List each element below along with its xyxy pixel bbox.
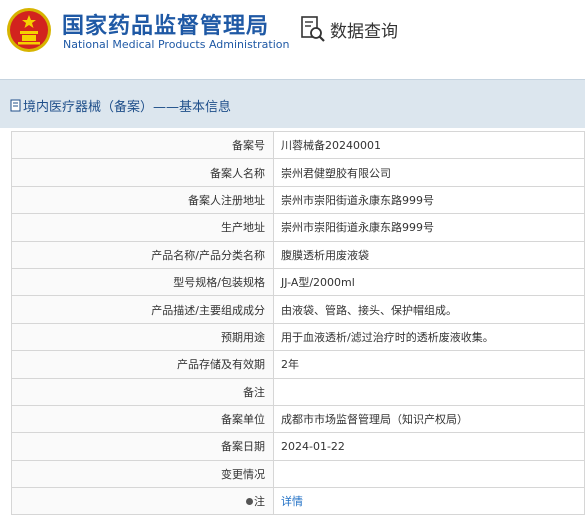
field-label: 产品存储及有效期 — [11, 350, 274, 379]
note-label: 注 — [254, 495, 265, 509]
field-value: 由液袋、管路、接头、保护帽组成。 — [273, 295, 585, 324]
field-label: 备案日期 — [11, 432, 274, 461]
field-label: 生产地址 — [11, 213, 274, 242]
table-row: 产品描述/主要组成成分 由液袋、管路、接头、保护帽组成。 — [11, 295, 585, 324]
field-label: 备案人注册地址 — [11, 185, 274, 215]
table-row: 生产地址 崇州市崇阳街道永康东路999号 — [11, 213, 585, 242]
table-row: 产品存储及有效期 2年 — [11, 350, 585, 379]
details-link[interactable]: 详情 — [281, 495, 303, 508]
field-label: 变更情况 — [11, 459, 274, 489]
field-label: 备注 — [11, 377, 274, 406]
data-query-link[interactable]: 数据查询 — [300, 14, 398, 44]
agency-name-cn: 国家药品监督管理局 — [62, 14, 270, 39]
national-emblem-logo — [7, 8, 51, 52]
bullet-icon — [246, 498, 253, 506]
table-row: 备案人注册地址 崇州市崇阳街道永康东路999号 — [11, 185, 585, 215]
agency-name-en: National Medical Products Administration — [63, 38, 290, 51]
field-value: 腹膜透析用废液袋 — [273, 240, 585, 269]
field-value: 成都市市场监督管理局（知识产权局） — [273, 404, 585, 434]
field-label: 产品描述/主要组成成分 — [11, 295, 274, 324]
table-row: 备案日期 2024-01-22 — [11, 432, 585, 461]
field-value — [273, 377, 585, 406]
field-value — [273, 459, 585, 489]
field-value: 详情 — [273, 487, 585, 516]
table-row: 型号规格/包装规格 JJ-A型/2000ml — [11, 267, 585, 297]
field-label: 备案人名称 — [11, 158, 274, 187]
record-detail-table: 备案号 川蓉械备20240001 备案人名称 崇州君健塑胶有限公司 备案人注册地址 崇州市… — [11, 130, 585, 516]
table-row: 备案单位 成都市市场监督管理局（知识产权局） — [11, 404, 585, 434]
field-label: 备案单位 — [11, 404, 274, 434]
table-row: 备案人名称 崇州君健塑胶有限公司 — [11, 158, 585, 187]
field-value: 川蓉械备20240001 — [273, 130, 585, 160]
field-label: 预期用途 — [11, 322, 274, 352]
table-row: 产品名称/产品分类名称 腹膜透析用废液袋 — [11, 240, 585, 269]
field-value: 崇州君健塑胶有限公司 — [273, 158, 585, 187]
field-value: 2024-01-22 — [273, 432, 585, 461]
data-query-label: 数据查询 — [330, 21, 398, 42]
breadcrumb: 境内医疗器械（备案）——基本信息 — [10, 96, 231, 115]
table-row: 备注 — [11, 377, 585, 406]
field-value: 崇州市崇阳街道永康东路999号 — [273, 185, 585, 215]
field-label: 备案号 — [11, 130, 274, 160]
table-row-note: 注 详情 — [11, 487, 585, 516]
field-value: 2年 — [273, 350, 585, 379]
field-label: 型号规格/包装规格 — [11, 267, 274, 297]
document-search-icon — [301, 16, 325, 42]
table-row: 预期用途 用于血液透析/滤过治疗时的透析废液收集。 — [11, 322, 585, 352]
field-value: 崇州市崇阳街道永康东路999号 — [273, 213, 585, 242]
breadcrumb-bar: 境内医疗器械（备案）——基本信息 — [0, 79, 585, 128]
field-label: 注 — [11, 487, 274, 516]
field-label: 产品名称/产品分类名称 — [11, 240, 274, 269]
breadcrumb-text: 境内医疗器械（备案）——基本信息 — [23, 100, 232, 115]
site-header: 国家药品监督管理局 National Medical Products Admi… — [0, 0, 585, 68]
field-value: JJ-A型/2000ml — [273, 267, 585, 297]
table-row: 备案号 川蓉械备20240001 — [11, 130, 585, 160]
table-row: 变更情况 — [11, 459, 585, 489]
document-icon — [10, 99, 21, 112]
field-value: 用于血液透析/滤过治疗时的透析废液收集。 — [273, 322, 585, 352]
